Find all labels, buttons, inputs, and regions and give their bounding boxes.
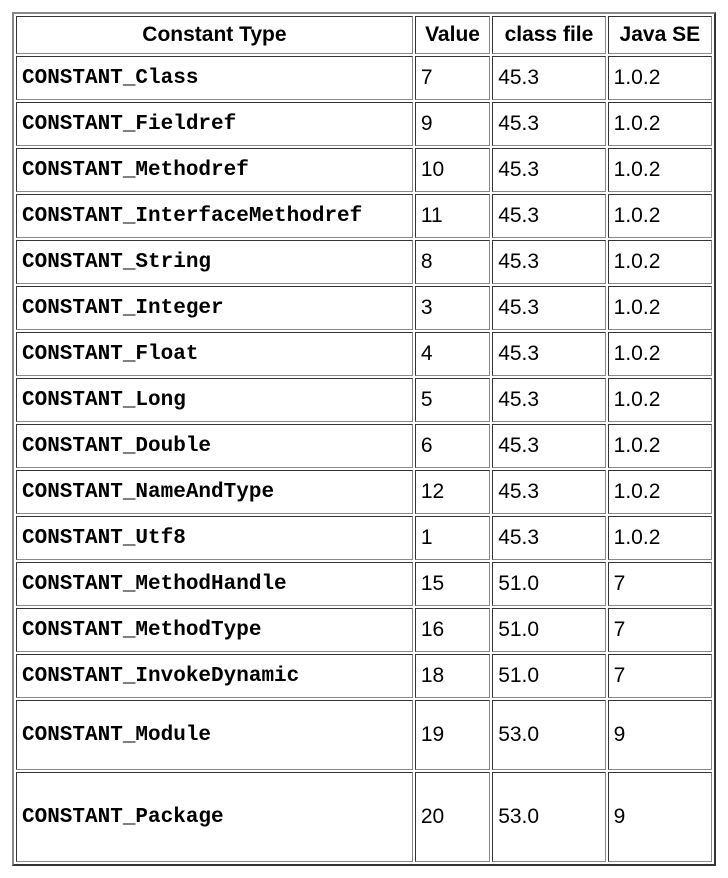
table-row: CONSTANT_Float 4 45.3 1.0.2 <box>16 332 712 376</box>
cell-class-file: 45.3 <box>492 56 605 100</box>
cell-class-file: 45.3 <box>492 194 605 238</box>
cell-java-se: 1.0.2 <box>608 516 712 560</box>
cell-value: 16 <box>415 608 490 652</box>
cell-class-file: 51.0 <box>492 562 605 606</box>
cell-constant-type: CONSTANT_Float <box>16 332 413 376</box>
table-row: CONSTANT_String 8 45.3 1.0.2 <box>16 240 712 284</box>
cell-value: 9 <box>415 102 490 146</box>
cell-value: 8 <box>415 240 490 284</box>
cell-java-se: 7 <box>608 562 712 606</box>
cell-value: 20 <box>415 772 490 862</box>
cell-constant-type: CONSTANT_InvokeDynamic <box>16 654 413 698</box>
header-constant-type: Constant Type <box>16 16 413 54</box>
cell-value: 7 <box>415 56 490 100</box>
table-row: CONSTANT_Utf8 1 45.3 1.0.2 <box>16 516 712 560</box>
cell-constant-type: CONSTANT_NameAndType <box>16 470 413 514</box>
cell-constant-type: CONSTANT_Double <box>16 424 413 468</box>
cell-value: 10 <box>415 148 490 192</box>
cell-java-se: 1.0.2 <box>608 332 712 376</box>
cell-class-file: 45.3 <box>492 516 605 560</box>
cell-java-se: 7 <box>608 608 712 652</box>
cell-constant-type: CONSTANT_Fieldref <box>16 102 413 146</box>
cell-java-se: 9 <box>608 700 712 770</box>
table-row: CONSTANT_Package 20 53.0 9 <box>16 772 712 862</box>
cell-class-file: 45.3 <box>492 286 605 330</box>
cell-java-se: 1.0.2 <box>608 194 712 238</box>
cell-constant-type: CONSTANT_Methodref <box>16 148 413 192</box>
cell-class-file: 45.3 <box>492 240 605 284</box>
cell-value: 15 <box>415 562 490 606</box>
table-row: CONSTANT_InterfaceMethodref 11 45.3 1.0.… <box>16 194 712 238</box>
header-java-se: Java SE <box>608 16 712 54</box>
cell-java-se: 1.0.2 <box>608 148 712 192</box>
table-row: CONSTANT_MethodType 16 51.0 7 <box>16 608 712 652</box>
cell-java-se: 1.0.2 <box>608 424 712 468</box>
cell-class-file: 45.3 <box>492 332 605 376</box>
cell-java-se: 1.0.2 <box>608 286 712 330</box>
cell-java-se: 1.0.2 <box>608 470 712 514</box>
cell-value: 19 <box>415 700 490 770</box>
cell-value: 1 <box>415 516 490 560</box>
cell-class-file: 45.3 <box>492 148 605 192</box>
constant-pool-table: Constant Type Value class file Java SE C… <box>12 12 716 866</box>
cell-constant-type: CONSTANT_MethodHandle <box>16 562 413 606</box>
header-value: Value <box>415 16 490 54</box>
cell-constant-type: CONSTANT_Utf8 <box>16 516 413 560</box>
cell-constant-type: CONSTANT_String <box>16 240 413 284</box>
cell-constant-type: CONSTANT_InterfaceMethodref <box>16 194 413 238</box>
cell-class-file: 45.3 <box>492 424 605 468</box>
cell-constant-type: CONSTANT_MethodType <box>16 608 413 652</box>
cell-class-file: 51.0 <box>492 608 605 652</box>
cell-class-file: 45.3 <box>492 470 605 514</box>
cell-class-file: 45.3 <box>492 102 605 146</box>
table-row: CONSTANT_Long 5 45.3 1.0.2 <box>16 378 712 422</box>
cell-class-file: 53.0 <box>492 700 605 770</box>
table-body: CONSTANT_Class 7 45.3 1.0.2 CONSTANT_Fie… <box>16 56 712 862</box>
table-row: CONSTANT_NameAndType 12 45.3 1.0.2 <box>16 470 712 514</box>
cell-constant-type: CONSTANT_Long <box>16 378 413 422</box>
cell-java-se: 9 <box>608 772 712 862</box>
cell-java-se: 7 <box>608 654 712 698</box>
header-class-file: class file <box>492 16 605 54</box>
cell-class-file: 51.0 <box>492 654 605 698</box>
table-row: CONSTANT_InvokeDynamic 18 51.0 7 <box>16 654 712 698</box>
cell-value: 4 <box>415 332 490 376</box>
cell-class-file: 45.3 <box>492 378 605 422</box>
cell-value: 6 <box>415 424 490 468</box>
cell-value: 11 <box>415 194 490 238</box>
table-header-row: Constant Type Value class file Java SE <box>16 16 712 54</box>
cell-value: 18 <box>415 654 490 698</box>
cell-value: 3 <box>415 286 490 330</box>
cell-java-se: 1.0.2 <box>608 56 712 100</box>
table-row: CONSTANT_Methodref 10 45.3 1.0.2 <box>16 148 712 192</box>
table-row: CONSTANT_Double 6 45.3 1.0.2 <box>16 424 712 468</box>
cell-value: 5 <box>415 378 490 422</box>
cell-constant-type: CONSTANT_Class <box>16 56 413 100</box>
table-row: CONSTANT_MethodHandle 15 51.0 7 <box>16 562 712 606</box>
table-row: CONSTANT_Fieldref 9 45.3 1.0.2 <box>16 102 712 146</box>
table-row: CONSTANT_Integer 3 45.3 1.0.2 <box>16 286 712 330</box>
cell-java-se: 1.0.2 <box>608 378 712 422</box>
cell-constant-type: CONSTANT_Integer <box>16 286 413 330</box>
cell-constant-type: CONSTANT_Package <box>16 772 413 862</box>
cell-value: 12 <box>415 470 490 514</box>
cell-java-se: 1.0.2 <box>608 240 712 284</box>
cell-java-se: 1.0.2 <box>608 102 712 146</box>
cell-constant-type: CONSTANT_Module <box>16 700 413 770</box>
cell-class-file: 53.0 <box>492 772 605 862</box>
table-row: CONSTANT_Class 7 45.3 1.0.2 <box>16 56 712 100</box>
table-row: CONSTANT_Module 19 53.0 9 <box>16 700 712 770</box>
